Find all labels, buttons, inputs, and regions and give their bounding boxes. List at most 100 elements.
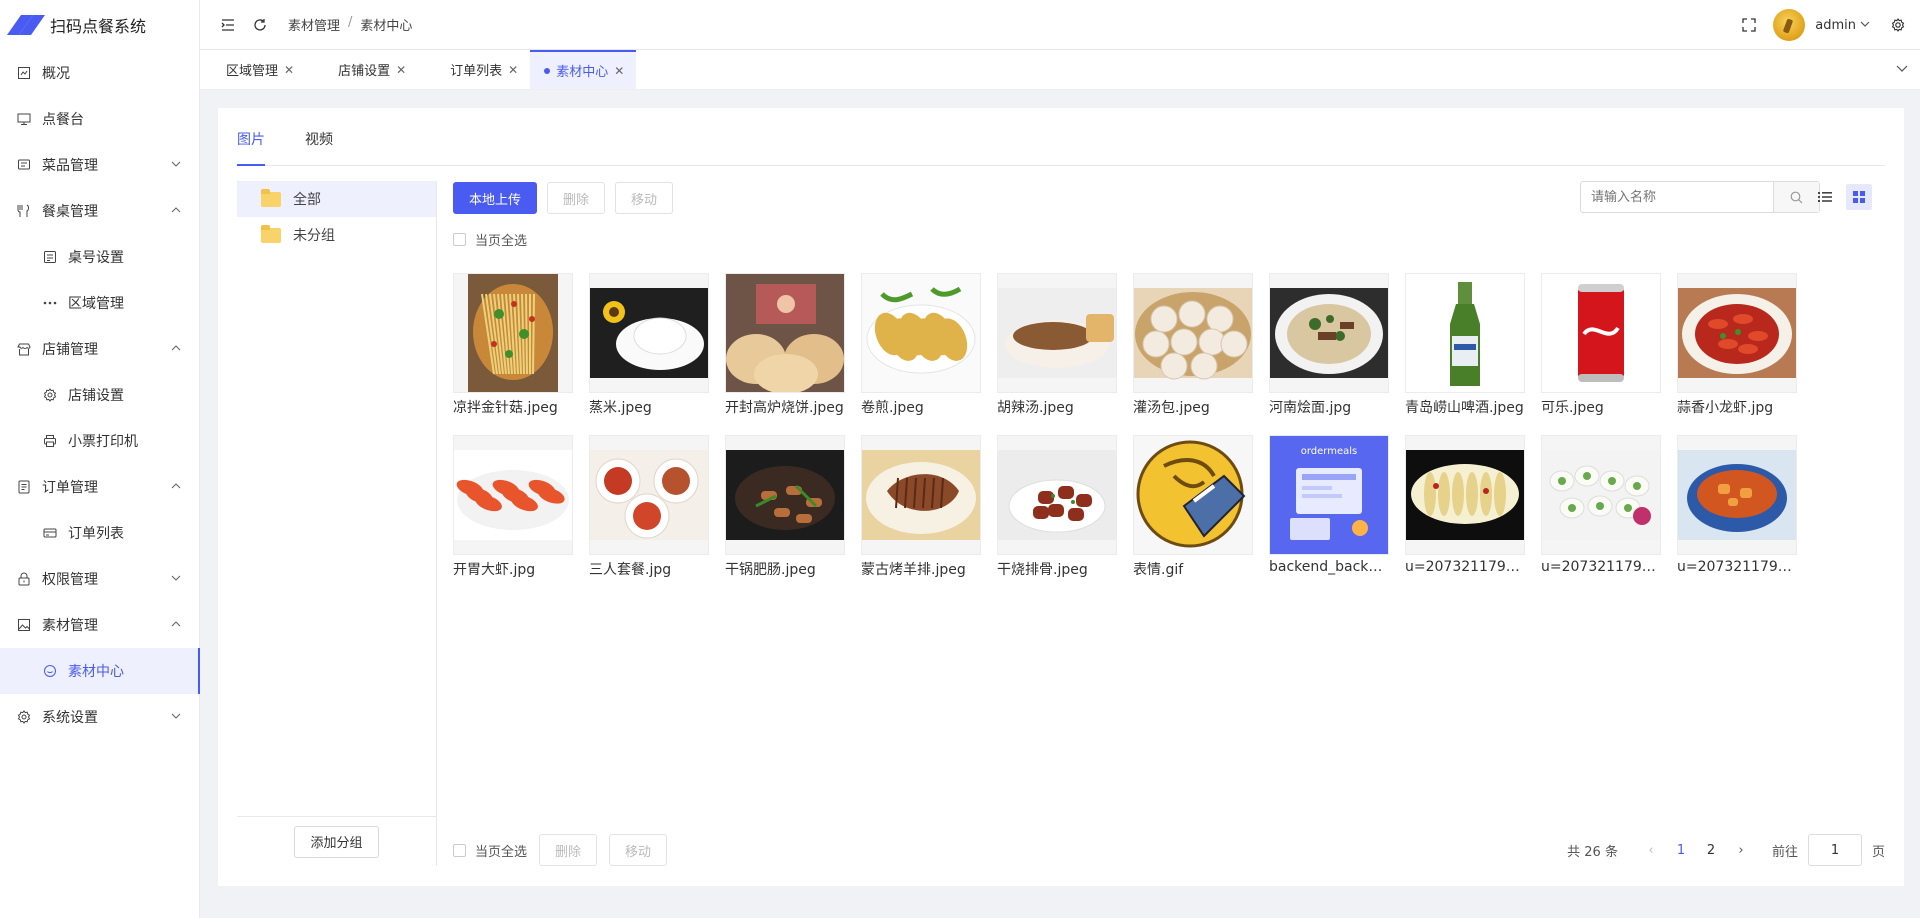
- view-tab[interactable]: 订单列表 ✕: [418, 50, 530, 89]
- breadcrumb: 素材管理 / 素材中心: [288, 15, 412, 34]
- close-icon[interactable]: ✕: [508, 63, 518, 77]
- sidebar-item[interactable]: 店铺设置: [0, 372, 199, 418]
- menu-fold-icon[interactable]: [218, 15, 238, 35]
- material-item[interactable]: 干烧排骨.jpeg: [997, 435, 1117, 579]
- material-item[interactable]: u=2073211799,...: [1677, 435, 1797, 579]
- material-item[interactable]: 蒜香小龙虾.jpg: [1677, 273, 1797, 417]
- close-icon[interactable]: ✕: [614, 64, 624, 78]
- app-logo[interactable]: 扫码点餐系统: [0, 0, 199, 50]
- sidebar-item[interactable]: 系统设置: [0, 694, 199, 740]
- material-item[interactable]: 灌汤包.jpeg: [1133, 273, 1253, 417]
- material-item[interactable]: 开封高炉烧饼.jpeg: [725, 273, 845, 417]
- thumbnail-image[interactable]: ordermeals: [1269, 435, 1389, 555]
- group-item[interactable]: 未分组: [237, 217, 436, 253]
- thumbnail-image[interactable]: [997, 273, 1117, 393]
- material-item[interactable]: 河南烩面.jpg: [1269, 273, 1389, 417]
- material-item[interactable]: u=2073211799,...: [1405, 435, 1525, 579]
- thumbnail-image[interactable]: [1541, 273, 1661, 393]
- content-tab[interactable]: 视频: [305, 107, 333, 165]
- sidebar-item[interactable]: 素材中心: [0, 648, 200, 694]
- select-all-top[interactable]: 当页全选: [453, 230, 527, 249]
- tabs-dropdown-icon[interactable]: [1896, 62, 1908, 78]
- material-item[interactable]: 蒸米.jpeg: [589, 273, 709, 417]
- view-tab[interactable]: 区域管理 ✕: [200, 50, 306, 89]
- sidebar-item[interactable]: 订单列表: [0, 510, 199, 556]
- material-item[interactable]: 胡辣汤.jpeg: [997, 273, 1117, 417]
- material-item[interactable]: 开胃大虾.jpg: [453, 435, 573, 579]
- thumbnail-image[interactable]: [725, 273, 845, 393]
- material-item[interactable]: 干锅肥肠.jpeg: [725, 435, 845, 579]
- thumbnail-image[interactable]: [861, 435, 981, 555]
- thumbnail-image[interactable]: [1133, 435, 1253, 555]
- sidebar-item[interactable]: 桌号设置: [0, 234, 199, 280]
- thumbnail-image[interactable]: [1677, 273, 1797, 393]
- settings-icon: [16, 709, 32, 725]
- group-item[interactable]: 全部: [237, 181, 436, 217]
- view-tab[interactable]: 素材中心 ✕: [530, 50, 637, 89]
- settings-gear-icon[interactable]: [1888, 15, 1908, 35]
- sidebar-item[interactable]: 概况: [0, 50, 199, 96]
- checkbox[interactable]: [453, 233, 466, 246]
- list-view-icon[interactable]: [1812, 184, 1838, 210]
- sidebar-item[interactable]: 小票打印机: [0, 418, 199, 464]
- thumbnail-image[interactable]: [1133, 273, 1253, 393]
- thumbnail-image[interactable]: [725, 435, 845, 555]
- checkbox[interactable]: [453, 843, 466, 857]
- sidebar-item[interactable]: 餐桌管理: [0, 188, 199, 234]
- material-item[interactable]: 凉拌金针菇.jpeg: [453, 273, 573, 417]
- footer-delete-button[interactable]: 删除: [539, 834, 598, 866]
- file-name: u=2073211799,...: [1405, 559, 1525, 575]
- file-name: 干锅肥肠.jpeg: [725, 562, 816, 578]
- material-item[interactable]: ordermeals backend_backdr...: [1269, 435, 1389, 579]
- select-all-bottom[interactable]: 当页全选: [453, 841, 527, 860]
- prev-page-icon[interactable]: ‹: [1636, 835, 1666, 865]
- thumbnail-image[interactable]: [997, 435, 1117, 555]
- thumbnail-image[interactable]: [861, 273, 981, 393]
- delete-button[interactable]: 删除: [547, 182, 606, 214]
- move-button[interactable]: 移动: [615, 182, 674, 214]
- close-icon[interactable]: ✕: [396, 63, 406, 77]
- username[interactable]: admin: [1815, 18, 1856, 33]
- goto-page-input[interactable]: [1807, 834, 1862, 866]
- content-tab[interactable]: 图片: [237, 107, 265, 166]
- close-icon[interactable]: ✕: [284, 63, 294, 77]
- material-item[interactable]: u=2073211799,...: [1541, 435, 1661, 579]
- page-number[interactable]: 1: [1666, 835, 1696, 865]
- next-page-icon[interactable]: ›: [1726, 835, 1756, 865]
- material-item[interactable]: 三人套餐.jpg: [589, 435, 709, 579]
- sidebar-item[interactable]: 素材管理: [0, 602, 199, 648]
- view-tab[interactable]: 店铺设置 ✕: [306, 50, 418, 89]
- local-upload-button[interactable]: 本地上传: [453, 182, 538, 214]
- thumbnail-image[interactable]: [453, 435, 573, 555]
- material-item[interactable]: 表情.gif: [1133, 435, 1253, 579]
- page-number[interactable]: 2: [1696, 835, 1726, 865]
- add-group-button[interactable]: 添加分组: [294, 825, 379, 858]
- sidebar-item[interactable]: 点餐台: [0, 96, 199, 142]
- thumbnail-image[interactable]: [453, 273, 573, 393]
- avatar[interactable]: [1773, 9, 1806, 41]
- breadcrumb-item[interactable]: 素材管理: [288, 15, 340, 34]
- material-item[interactable]: 蒙古烤羊排.jpeg: [861, 435, 981, 579]
- thumbnail-image[interactable]: [1677, 435, 1797, 555]
- file-name: 开封高炉烧饼.jpeg: [725, 400, 844, 416]
- sidebar-item[interactable]: 区域管理: [0, 280, 199, 326]
- sidebar-item[interactable]: 权限管理: [0, 556, 199, 602]
- sidebar-item[interactable]: 订单管理: [0, 464, 199, 510]
- thumbnail-image[interactable]: [589, 273, 709, 393]
- search-input[interactable]: [1581, 182, 1773, 212]
- material-item[interactable]: 青岛崂山啤酒.jpeg: [1405, 273, 1525, 417]
- chevron-down-icon[interactable]: [1860, 17, 1870, 33]
- fullscreen-icon[interactable]: [1739, 15, 1759, 35]
- thumbnail-image[interactable]: [1541, 435, 1661, 555]
- thumbnail-image[interactable]: [1405, 273, 1525, 393]
- grid-view-icon[interactable]: [1846, 184, 1872, 210]
- sidebar-item[interactable]: 菜品管理: [0, 142, 199, 188]
- sidebar-item[interactable]: 店铺管理: [0, 326, 199, 372]
- thumbnail-image[interactable]: [589, 435, 709, 555]
- refresh-icon[interactable]: [250, 15, 270, 35]
- material-item[interactable]: 可乐.jpeg: [1541, 273, 1661, 417]
- footer-move-button[interactable]: 移动: [609, 834, 668, 866]
- material-item[interactable]: 卷煎.jpeg: [861, 273, 981, 417]
- thumbnail-image[interactable]: [1269, 273, 1389, 393]
- thumbnail-image[interactable]: [1405, 435, 1525, 555]
